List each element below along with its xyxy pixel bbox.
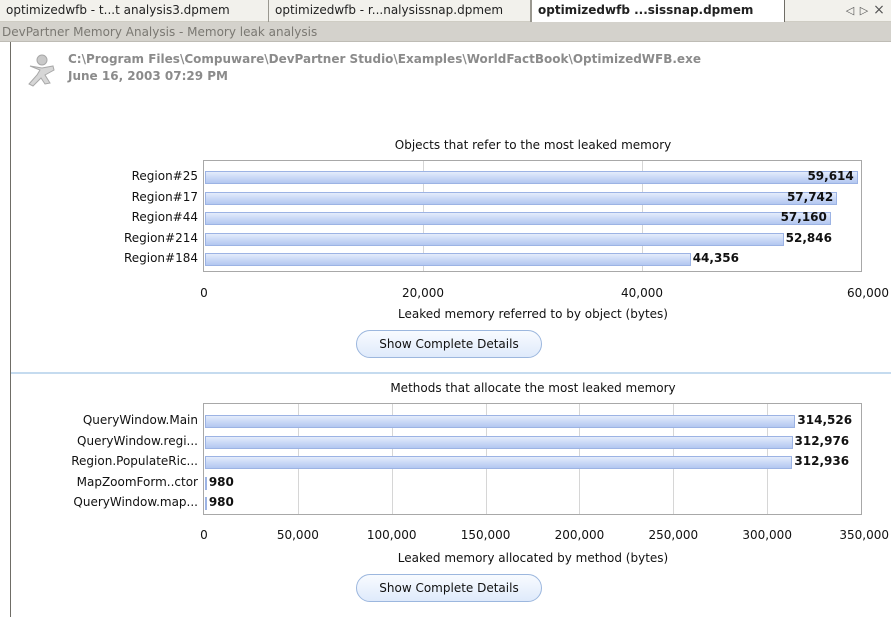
chart2-bar-value: 314,526 xyxy=(797,413,853,427)
chart1-tick-label: 20,000 xyxy=(402,286,444,300)
chart1-bar-value: 44,356 xyxy=(692,251,739,265)
tab-analysissnap[interactable]: optimizedwfb - r...nalysissnap.dpmem xyxy=(269,0,531,22)
view-title: DevPartner Memory Analysis - Memory leak… xyxy=(0,22,891,42)
chart1-category-label: Region#214 xyxy=(123,230,198,245)
chart2-bar-value: 312,936 xyxy=(794,454,850,468)
chart1-x-axis-label: Leaked memory referred to by object (byt… xyxy=(398,307,668,321)
chart2-bar[interactable] xyxy=(205,476,207,490)
chart1-bar[interactable] xyxy=(205,232,784,246)
chart2-tick-label: 50,000 xyxy=(276,528,319,542)
chart1-bar[interactable] xyxy=(205,191,837,205)
chart2-title: Methods that allocate the most leaked me… xyxy=(390,381,676,395)
chart2-bar[interactable] xyxy=(205,456,792,469)
chart2-category-label: QueryWindow.Main xyxy=(82,413,198,427)
chart2-tick-label: 200,000 xyxy=(554,528,605,542)
chart2-category-label: QueryWindow.map... xyxy=(73,495,198,509)
chart1-tick-label: 40,000 xyxy=(621,286,663,300)
chart2-category-label: QueryWindow.regi... xyxy=(77,433,198,448)
chart2-bar[interactable] xyxy=(205,415,795,428)
chart1-bar-value: 59,614 xyxy=(807,169,854,183)
chart1-tick-label: 0 xyxy=(200,286,208,300)
chart1-bar-value: 52,846 xyxy=(785,230,832,245)
chart2-tick-label: 0 xyxy=(200,528,208,542)
document-tab-strip: optimizedwfb - t...t analysis3.dpmem opt… xyxy=(0,0,891,23)
chart2-tick-label: 300,000 xyxy=(742,528,792,542)
chart1-tick-label: 60,000 xyxy=(847,286,889,300)
chart2-category-label: MapZoomForm..ctor xyxy=(76,474,198,489)
chart1-bar[interactable] xyxy=(205,212,831,225)
chart1-bar-value: 57,742 xyxy=(786,189,834,204)
close-tab-icon[interactable]: × xyxy=(872,0,886,22)
chart2-bar-value: 980 xyxy=(208,495,234,509)
scroll-left-icon[interactable]: ◁ xyxy=(843,0,857,22)
chart2-category-label: Region.PopulateRic... xyxy=(71,454,198,468)
session-date: June 16, 2003 07:29 PM xyxy=(68,69,228,83)
chart1-title: Objects that refer to the most leaked me… xyxy=(394,138,672,152)
show-complete-details-button-1[interactable]: Show Complete Details xyxy=(356,330,542,358)
scroll-right-icon[interactable]: ▷ xyxy=(857,0,871,22)
chart1-category-label: Region#25 xyxy=(131,169,198,183)
chart2-tick-label: 150,000 xyxy=(460,528,511,542)
chart2-bar[interactable] xyxy=(205,497,207,510)
chart2-tick-label: 250,000 xyxy=(648,528,699,542)
chart2-bar-value: 312,976 xyxy=(794,433,850,448)
chart2-tick-label: 350,000 xyxy=(839,528,889,542)
executable-path: C:\Program Files\Compuware\DevPartner St… xyxy=(68,52,701,66)
leak-person-icon xyxy=(28,54,55,87)
tab-sissnap-active[interactable]: optimizedwfb ...sissnap.dpmem xyxy=(531,0,785,23)
tab-analysis3[interactable]: optimizedwfb - t...t analysis3.dpmem xyxy=(0,0,269,22)
chart1-category-label: Region#44 xyxy=(131,210,198,224)
show-complete-details-button-2[interactable]: Show Complete Details xyxy=(356,574,542,602)
chart1-bar[interactable] xyxy=(205,171,858,184)
chart2-tick-label: 100,000 xyxy=(366,528,417,542)
chart1-bar[interactable] xyxy=(205,253,691,266)
chart1-bar-value: 57,160 xyxy=(780,210,827,224)
chart2-bar[interactable] xyxy=(205,435,793,449)
chart2-x-axis-label: Leaked memory allocated by method (bytes… xyxy=(397,551,669,565)
chart1-category-label: Region#184 xyxy=(123,251,198,265)
chart1-category-label: Region#17 xyxy=(131,189,198,204)
section-divider xyxy=(11,372,891,374)
chart2-bar-value: 980 xyxy=(208,474,234,489)
